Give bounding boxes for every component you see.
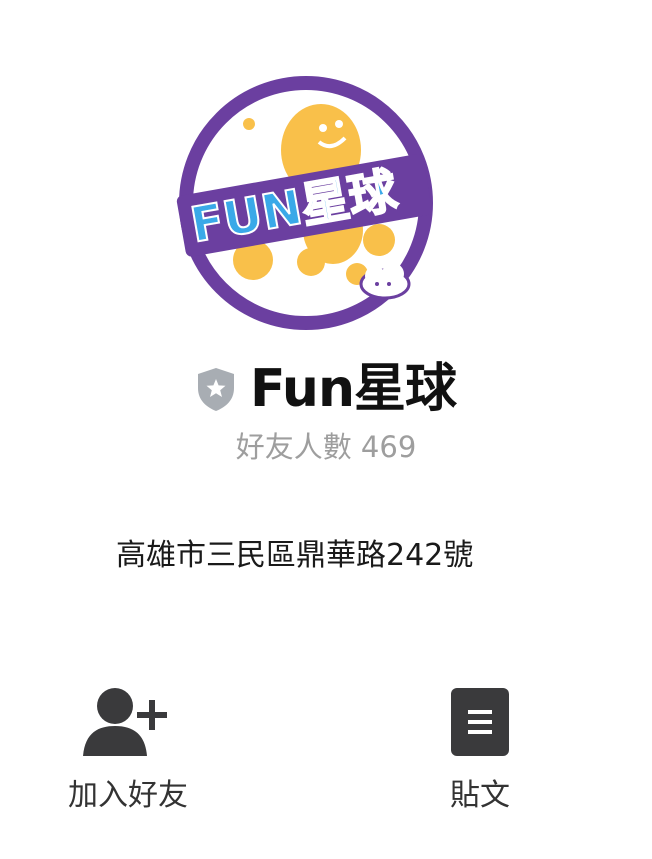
add-friend-button[interactable]: 加入好友 [48,684,208,814]
profile-avatar[interactable]: FUN星球 [173,70,439,336]
posts-icon [451,688,509,756]
add-friend-label: 加入好友 [68,778,188,813]
account-name: Fun星球 [250,359,457,419]
address-text[interactable]: 高雄市三民區鼎華路242號 [116,530,473,574]
friend-count: 好友人數 469 [235,430,417,464]
profile-name-row: Fun星球 [0,356,652,422]
add-friend-icon [83,688,167,756]
posts-label: 貼文 [450,778,510,813]
posts-button[interactable]: 貼文 [400,684,560,814]
shield-star-icon [198,368,234,411]
